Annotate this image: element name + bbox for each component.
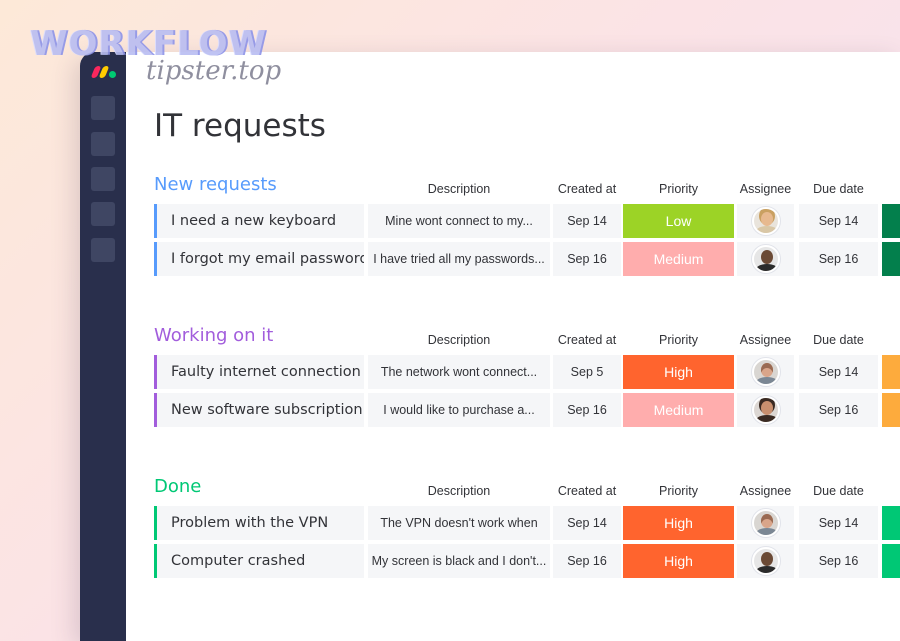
app-window: IT requests New requests Description Cre… <box>80 52 900 641</box>
priority-label[interactable]: Low <box>623 204 734 238</box>
column-header-priority[interactable]: Priority <box>623 484 734 498</box>
column-header-assignee[interactable]: Assignee <box>737 484 794 498</box>
priority-label[interactable]: High <box>623 355 734 389</box>
item-assignee[interactable] <box>737 242 794 276</box>
column-header-due-date[interactable]: Due date <box>799 333 878 347</box>
priority-label[interactable]: Medium <box>623 393 734 427</box>
priority-label[interactable]: High <box>623 544 734 578</box>
column-header-priority[interactable]: Priority <box>623 333 734 347</box>
avatar-woman-blonde-icon <box>751 207 780 235</box>
item-name[interactable]: Computer crashed <box>154 544 364 578</box>
item-description[interactable]: The network wont connect... <box>368 355 550 389</box>
watermark-subtitle: tipster.top <box>146 56 282 86</box>
column-header-assignee[interactable]: Assignee <box>737 182 794 196</box>
column-header-description[interactable]: Description <box>368 484 550 498</box>
item-created-at[interactable]: Sep 16 <box>553 544 621 578</box>
status-indicator[interactable] <box>882 204 900 238</box>
priority-label[interactable]: High <box>623 506 734 540</box>
item-created-at[interactable]: Sep 16 <box>553 242 621 276</box>
item-assignee[interactable] <box>737 506 794 540</box>
column-header-created-at[interactable]: Created at <box>553 484 621 498</box>
status-indicator[interactable] <box>882 242 900 276</box>
avatar-man-beard-icon <box>751 509 780 537</box>
table-row[interactable]: I need a new keyboard Mine wont connect … <box>154 204 900 238</box>
item-created-at[interactable]: Sep 5 <box>553 355 621 389</box>
avatar-man-bald-icon <box>751 547 780 575</box>
item-created-at[interactable]: Sep 14 <box>553 204 621 238</box>
monday-logo-icon <box>90 66 117 78</box>
table-row[interactable]: Computer crashed My screen is black and … <box>154 544 900 578</box>
sidebar-item-3[interactable] <box>91 167 115 191</box>
item-name[interactable]: I forgot my email password <box>154 242 364 276</box>
column-header-description[interactable]: Description <box>368 333 550 347</box>
item-name[interactable]: Faulty internet connection <box>154 355 364 389</box>
status-indicator[interactable] <box>882 355 900 389</box>
status-indicator[interactable] <box>882 544 900 578</box>
item-description[interactable]: The VPN doesn't work when <box>368 506 550 540</box>
status-indicator[interactable] <box>882 506 900 540</box>
sidebar-item-5[interactable] <box>91 238 115 262</box>
sidebar <box>80 52 126 641</box>
table-row[interactable]: Problem with the VPN The VPN doesn't wor… <box>154 506 900 540</box>
item-due-date[interactable]: Sep 14 <box>799 506 878 540</box>
table-row[interactable]: I forgot my email password I have tried … <box>154 242 900 276</box>
board-main: IT requests New requests Description Cre… <box>126 52 900 641</box>
item-due-date[interactable]: Sep 16 <box>799 393 878 427</box>
item-due-date[interactable]: Sep 14 <box>799 204 878 238</box>
column-header-assignee[interactable]: Assignee <box>737 333 794 347</box>
sidebar-item-4[interactable] <box>91 202 115 226</box>
priority-label[interactable]: Medium <box>623 242 734 276</box>
item-assignee[interactable] <box>737 544 794 578</box>
item-assignee[interactable] <box>737 204 794 238</box>
sidebar-item-2[interactable] <box>91 132 115 156</box>
group-title[interactable]: Working on it <box>154 325 273 346</box>
group-title[interactable]: New requests <box>154 174 277 195</box>
avatar-man-beard-icon <box>751 358 780 386</box>
item-description[interactable]: I would like to purchase a... <box>368 393 550 427</box>
column-header-description[interactable]: Description <box>368 182 550 196</box>
avatar-woman-dark-icon <box>751 396 780 424</box>
item-due-date[interactable]: Sep 14 <box>799 355 878 389</box>
group-title[interactable]: Done <box>154 476 201 497</box>
item-description[interactable]: Mine wont connect to my... <box>368 204 550 238</box>
item-assignee[interactable] <box>737 355 794 389</box>
item-due-date[interactable]: Sep 16 <box>799 544 878 578</box>
column-header-created-at[interactable]: Created at <box>553 182 621 196</box>
page-title: IT requests <box>154 108 326 144</box>
table-row[interactable]: Faulty internet connection The network w… <box>154 355 900 389</box>
column-header-created-at[interactable]: Created at <box>553 333 621 347</box>
column-header-due-date[interactable]: Due date <box>799 484 878 498</box>
item-description[interactable]: I have tried all my passwords... <box>368 242 550 276</box>
item-created-at[interactable]: Sep 16 <box>553 393 621 427</box>
item-name[interactable]: New software subscription <box>154 393 364 427</box>
item-name[interactable]: Problem with the VPN <box>154 506 364 540</box>
item-due-date[interactable]: Sep 16 <box>799 242 878 276</box>
item-name[interactable]: I need a new keyboard <box>154 204 364 238</box>
item-assignee[interactable] <box>737 393 794 427</box>
item-created-at[interactable]: Sep 14 <box>553 506 621 540</box>
column-header-priority[interactable]: Priority <box>623 182 734 196</box>
table-row[interactable]: New software subscription I would like t… <box>154 393 900 427</box>
column-header-due-date[interactable]: Due date <box>799 182 878 196</box>
item-description[interactable]: My screen is black and I don't... <box>368 544 550 578</box>
sidebar-item-1[interactable] <box>91 96 115 120</box>
status-indicator[interactable] <box>882 393 900 427</box>
avatar-man-bald-icon <box>751 245 780 273</box>
